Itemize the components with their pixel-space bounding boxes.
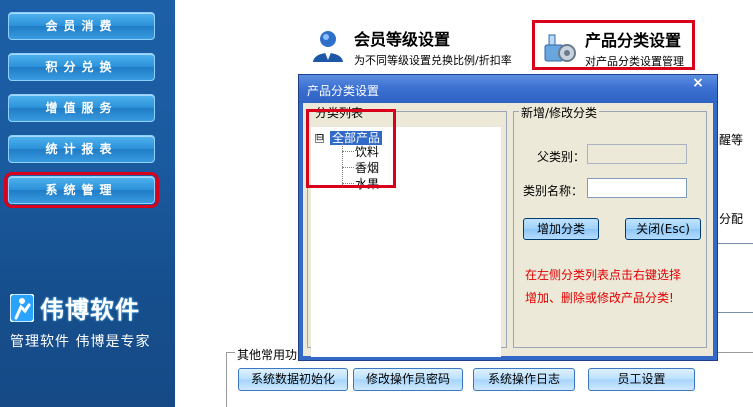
member-level-desc: 为不同等级设置兑换比例/折扣率 bbox=[354, 54, 512, 67]
edge-text-allocate: 分配 bbox=[719, 212, 744, 226]
edge-text-reminder: 醒等 bbox=[719, 133, 744, 147]
close-esc-button[interactable]: 关闭(Esc) bbox=[625, 218, 701, 240]
sidebar-item-reports[interactable]: 统计报表 bbox=[8, 135, 155, 163]
sidebar-item-system-management[interactable]: 系统管理 bbox=[4, 172, 159, 208]
brand: 伟博软件 管理软件 伟博是专家 bbox=[9, 290, 170, 351]
category-name-label: 类别名称： bbox=[523, 184, 584, 198]
dialog-title-bar[interactable]: 产品分类设置 × bbox=[299, 75, 717, 103]
system-data-init-button[interactable]: 系统数据初始化 bbox=[238, 368, 348, 391]
parent-category-label: 父类别： bbox=[537, 150, 586, 164]
close-icon[interactable]: × bbox=[687, 75, 709, 92]
system-log-button[interactable]: 系统操作日志 bbox=[473, 368, 575, 391]
dialog-title: 产品分类设置 bbox=[307, 84, 380, 98]
member-level-icon bbox=[308, 26, 348, 66]
brand-title: 伟博软件 bbox=[40, 296, 140, 324]
dialog-body: 分类列表 ⊟ 全部产品 饮料 香烟 水果 新增/修改分类 父类别： 类别名称： … bbox=[303, 103, 713, 357]
add-edit-category-label: 新增/修改分类 bbox=[519, 104, 600, 121]
feature-member-level[interactable]: 会员等级设置 为不同等级设置兑换比例/折扣率 bbox=[308, 26, 512, 68]
highlight-box bbox=[306, 109, 396, 188]
brand-logo-icon bbox=[9, 292, 35, 323]
sidebar-item-points-exchange[interactable]: 积分兑换 bbox=[8, 53, 155, 81]
feature-product-category[interactable]: 产品分类设置 对产品分类设置管理 bbox=[532, 20, 695, 70]
category-name-input[interactable] bbox=[587, 178, 687, 198]
hint-text-line1: 在左侧分类列表点击右键选择 bbox=[525, 268, 682, 282]
staff-settings-button[interactable]: 员工设置 bbox=[588, 368, 695, 391]
sidebar-item-member-consume[interactable]: 会员消费 bbox=[8, 12, 155, 40]
member-level-title: 会员等级设置 bbox=[354, 30, 451, 49]
product-category-title: 产品分类设置 bbox=[585, 31, 682, 50]
parent-category-field bbox=[587, 144, 687, 164]
change-operator-password-button[interactable]: 修改操作员密码 bbox=[353, 368, 463, 391]
product-category-icon bbox=[539, 27, 579, 67]
common-functions-label: 其他常用功 bbox=[235, 346, 300, 363]
add-category-button[interactable]: 增加分类 bbox=[523, 218, 599, 240]
product-category-dialog: 产品分类设置 × 分类列表 ⊟ 全部产品 饮料 香烟 水果 新增/修改分类 父类… bbox=[298, 74, 718, 361]
hint-text-line2: 增加、删除或修改产品分类! bbox=[525, 291, 674, 305]
divider bbox=[718, 243, 753, 244]
sidebar: 会员消费 积分兑换 增值服务 统计报表 系统管理 伟博软件 管理软件 伟博是专家 bbox=[0, 0, 175, 407]
brand-slogan: 管理软件 伟博是专家 bbox=[10, 334, 151, 350]
divider bbox=[718, 312, 753, 313]
sidebar-item-value-added[interactable]: 增值服务 bbox=[8, 94, 155, 122]
product-category-desc: 对产品分类设置管理 bbox=[585, 55, 684, 68]
